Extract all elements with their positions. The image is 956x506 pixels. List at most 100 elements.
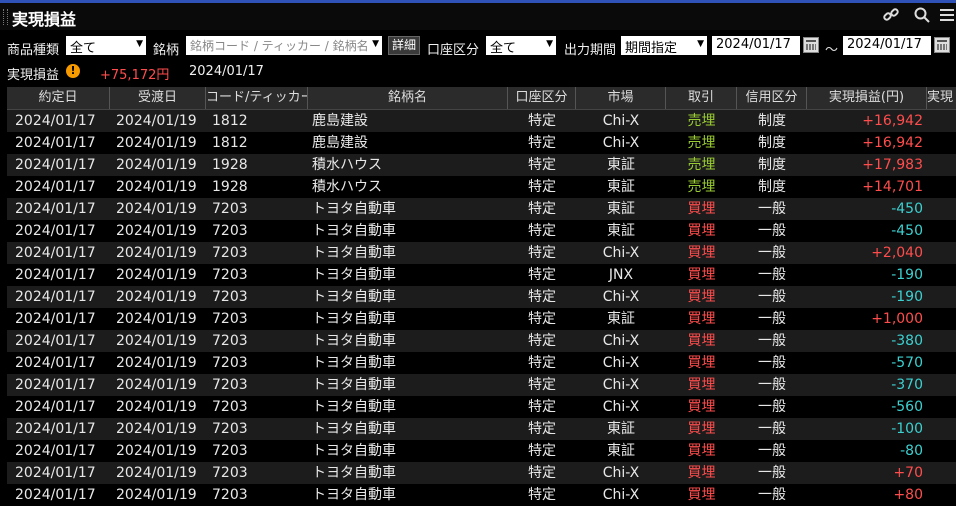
col-account[interactable]: 口座区分 — [508, 87, 576, 109]
table-row[interactable]: 2024/01/17 2024/01/19 7203 トヨタ自動車 特定 東証 買埋 一般 -8… — [7, 440, 956, 462]
table-row[interactable]: 2024/01/17 2024/01/19 1928 積水ハウス 特定 東証 売埋 制度 +14… — [7, 176, 956, 198]
cell-name: トヨタ自動車 — [312, 289, 396, 305]
col-settle-date[interactable]: 受渡日 — [110, 87, 206, 109]
cell-pnl: +16,942 — [862, 113, 923, 129]
cell-pnl: -190 — [891, 289, 923, 305]
table-row[interactable]: 2024/01/17 2024/01/19 1928 積水ハウス 特定 東証 売埋 制度 +17… — [7, 154, 956, 176]
col-pnl[interactable]: 実現損益(円) — [807, 87, 927, 109]
table-row[interactable]: 2024/01/17 2024/01/19 7203 トヨタ自動車 特定 東証 買埋 一般 -4… — [7, 220, 956, 242]
summary-bar: 実現損益 ! +75,172円 2024/01/17 — [0, 62, 956, 83]
table-row[interactable]: 2024/01/17 2024/01/19 7203 トヨタ自動車 特定 Chi-X 買埋 一… — [7, 396, 956, 418]
table-row[interactable]: 2024/01/17 2024/01/19 7203 トヨタ自動車 特定 東証 買埋 一般 -1… — [7, 418, 956, 440]
table-row[interactable]: 2024/01/17 2024/01/19 7203 トヨタ自動車 特定 Chi-X 買埋 一… — [7, 484, 956, 506]
window-title: 実現損益 — [12, 10, 77, 29]
chevron-down-icon: ▼ — [136, 39, 143, 49]
col-market[interactable]: 市場 — [576, 87, 666, 109]
cell-side: 売埋 — [687, 157, 716, 173]
cell-side: 買埋 — [687, 333, 716, 349]
cell-trade-date: 2024/01/17 — [15, 135, 96, 151]
cell-name: 積水ハウス — [312, 179, 382, 195]
cell-side: 買埋 — [687, 421, 716, 437]
table-row[interactable]: 2024/01/17 2024/01/19 7203 トヨタ自動車 特定 東証 買埋 一般 -4… — [7, 198, 956, 220]
cell-code: 1928 — [212, 179, 248, 195]
col-margin[interactable]: 信用区分 — [737, 87, 807, 109]
cell-margin: 一般 — [758, 487, 786, 503]
cell-side: 買埋 — [687, 245, 716, 261]
cell-side: 買埋 — [687, 355, 716, 371]
date-range-separator: ～ — [825, 43, 839, 58]
cell-account: 特定 — [528, 135, 556, 151]
table-row[interactable]: 2024/01/17 2024/01/19 7203 トヨタ自動車 特定 Chi-X 買埋 一… — [7, 242, 956, 264]
cell-account: 特定 — [528, 487, 556, 503]
detail-button[interactable]: 詳細 — [388, 36, 421, 55]
drag-handle[interactable] — [3, 9, 8, 25]
cell-settle-date: 2024/01/19 — [116, 399, 197, 415]
cell-trade-date: 2024/01/17 — [15, 267, 96, 283]
search-icon[interactable] — [913, 6, 933, 26]
cell-settle-date: 2024/01/19 — [116, 201, 197, 217]
cell-margin: 制度 — [758, 135, 786, 151]
symbol-search-input[interactable]: 銘柄コード / ティッカー / 銘柄名 ▼ — [186, 36, 382, 55]
cell-trade-date: 2024/01/17 — [15, 311, 96, 327]
table-row[interactable]: 2024/01/17 2024/01/19 7203 トヨタ自動車 特定 東証 買埋 一般 +1… — [7, 308, 956, 330]
link-icon[interactable] — [882, 6, 902, 26]
cell-code: 7203 — [212, 355, 248, 371]
cell-code: 1812 — [212, 135, 248, 151]
table-row[interactable]: 2024/01/17 2024/01/19 7203 トヨタ自動車 特定 Chi-X 買埋 一… — [7, 286, 956, 308]
calendar-icon[interactable] — [934, 37, 950, 53]
cell-account: 特定 — [528, 421, 556, 437]
period-select[interactable]: 期間指定 ▼ — [621, 36, 707, 56]
table-row[interactable]: 2024/01/17 2024/01/19 7203 トヨタ自動車 特定 JNX 買埋 一般 -… — [7, 264, 956, 286]
cell-margin: 一般 — [758, 355, 786, 371]
cell-name: 積水ハウス — [312, 157, 382, 173]
date-from-input[interactable]: 2024/01/17 — [712, 36, 800, 55]
summary-label: 実現損益 — [7, 68, 60, 83]
calendar-icon[interactable] — [803, 37, 819, 53]
table-row[interactable]: 2024/01/17 2024/01/19 7203 トヨタ自動車 特定 Chi-X 買埋 一… — [7, 352, 956, 374]
cell-name: トヨタ自動車 — [312, 443, 396, 459]
col-name[interactable]: 銘柄名 — [308, 87, 508, 109]
col-trade-date[interactable]: 約定日 — [7, 87, 110, 109]
warning-icon[interactable]: ! — [66, 64, 80, 78]
cell-trade-date: 2024/01/17 — [15, 179, 96, 195]
cell-settle-date: 2024/01/19 — [116, 223, 197, 239]
cell-market: Chi-X — [602, 377, 640, 393]
cell-side: 買埋 — [687, 289, 716, 305]
cell-settle-date: 2024/01/19 — [116, 113, 197, 129]
chevron-down-icon: ▼ — [372, 39, 379, 49]
cell-pnl: -100 — [891, 421, 923, 437]
cell-name: トヨタ自動車 — [312, 487, 396, 503]
account-select[interactable]: 全て ▼ — [486, 36, 556, 56]
cell-market: Chi-X — [602, 113, 640, 129]
table-body: 2024/01/17 2024/01/19 1812 鹿島建設 特定 Chi-X 売埋 制度 +… — [7, 110, 956, 506]
cell-settle-date: 2024/01/19 — [116, 311, 197, 327]
cell-account: 特定 — [528, 355, 556, 371]
cell-trade-date: 2024/01/17 — [15, 333, 96, 349]
table-row[interactable]: 2024/01/17 2024/01/19 1812 鹿島建設 特定 Chi-X 売埋 制度 +… — [7, 110, 956, 132]
cell-margin: 一般 — [758, 377, 786, 393]
cell-code: 7203 — [212, 245, 248, 261]
table-row[interactable]: 2024/01/17 2024/01/19 7203 トヨタ自動車 特定 Chi-X 買埋 一… — [7, 374, 956, 396]
cell-code: 7203 — [212, 223, 248, 239]
date-to-input[interactable]: 2024/01/17 — [843, 36, 931, 55]
cell-market: Chi-X — [602, 399, 640, 415]
cell-settle-date: 2024/01/19 — [116, 443, 197, 459]
table-row[interactable]: 2024/01/17 2024/01/19 1812 鹿島建設 特定 Chi-X 売埋 制度 +… — [7, 132, 956, 154]
cell-settle-date: 2024/01/19 — [116, 333, 197, 349]
menu-icon[interactable] — [938, 6, 956, 26]
cell-side: 買埋 — [687, 223, 716, 239]
cell-account: 特定 — [528, 157, 556, 173]
cell-code: 7203 — [212, 333, 248, 349]
cell-market: Chi-X — [602, 245, 640, 261]
table-row[interactable]: 2024/01/17 2024/01/19 7203 トヨタ自動車 特定 Chi-X 買埋 一… — [7, 462, 956, 484]
product-type-select[interactable]: 全て ▼ — [66, 36, 146, 56]
cell-side: 買埋 — [687, 487, 716, 503]
cell-code: 7203 — [212, 311, 248, 327]
col-realized-extra[interactable]: 実現 — [927, 87, 956, 109]
col-side[interactable]: 取引 — [666, 87, 737, 109]
cell-margin: 一般 — [758, 333, 786, 349]
col-code[interactable]: コード/ティッカー — [206, 87, 308, 109]
cell-account: 特定 — [528, 223, 556, 239]
cell-code: 7203 — [212, 443, 248, 459]
table-row[interactable]: 2024/01/17 2024/01/19 7203 トヨタ自動車 特定 Chi-X 買埋 一… — [7, 330, 956, 352]
